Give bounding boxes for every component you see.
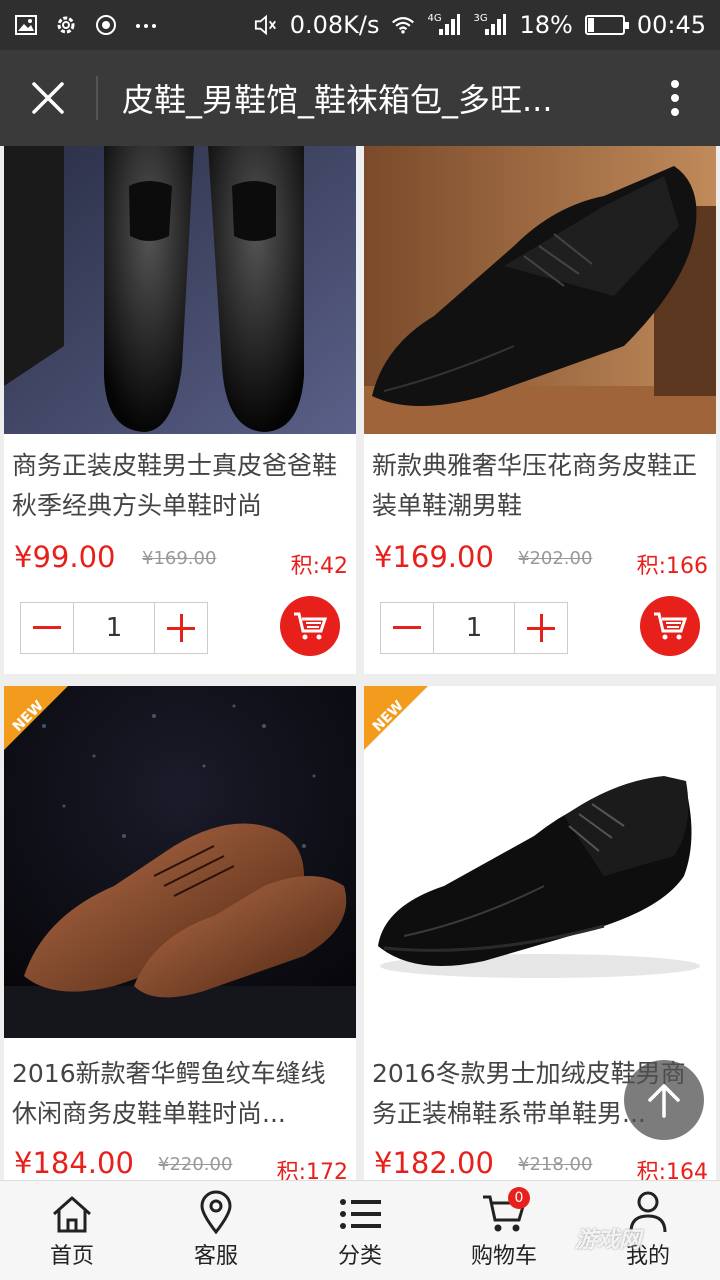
more-notifications-icon: [134, 13, 158, 37]
tab-customer-service[interactable]: 客服: [144, 1181, 288, 1280]
increase-button[interactable]: [515, 603, 567, 653]
product-card[interactable]: 新款典雅奢华压花商务皮鞋正装单鞋潮男鞋 ¥169.00 ¥202.00 积:16…: [364, 146, 716, 674]
page-title: 皮鞋_男鞋馆_鞋袜箱包_多旺...: [122, 81, 553, 119]
product-points: 积:164: [636, 1160, 708, 1180]
product-points: 积:172: [276, 1160, 348, 1180]
decrease-button[interactable]: [21, 603, 73, 653]
product-card[interactable]: NEW 2016新款奢华鳄鱼纹车缝线休闲商务皮鞋单鞋时尚... ¥184.00 …: [4, 686, 356, 1180]
watermark: 游戏网: [575, 1228, 642, 1253]
tab-label: 分类: [337, 1244, 382, 1269]
close-icon: [32, 82, 64, 114]
product-old-price: ¥218.00: [518, 1154, 593, 1175]
battery-fill: [587, 18, 595, 32]
cart-icon: [294, 612, 327, 640]
status-bar: 0.08K/s 4G 3G 18% 00:45: [0, 0, 720, 50]
cart-icon: [654, 612, 687, 640]
tab-label: 客服: [193, 1244, 238, 1269]
record-icon: [94, 13, 118, 37]
arrow-up-icon: [648, 1084, 680, 1118]
title-bar: 皮鞋_男鞋馆_鞋袜箱包_多旺...: [0, 50, 720, 146]
product-image[interactable]: [364, 146, 716, 434]
minus-icon: [33, 626, 61, 629]
product-price: ¥169.00: [374, 540, 494, 574]
black-loafers-image: [4, 146, 356, 434]
quantity-value[interactable]: 1: [73, 603, 155, 653]
add-to-cart-button[interactable]: [280, 596, 340, 656]
new-tag: NEW: [364, 686, 428, 750]
battery-icon: [584, 15, 629, 35]
product-name[interactable]: 2016新款奢华鳄鱼纹车缝线休闲商务皮鞋单鞋时尚...: [12, 1054, 350, 1134]
product-price: ¥182.00: [374, 1146, 494, 1180]
product-points: 积:166: [636, 554, 708, 579]
product-old-price: ¥169.00: [142, 548, 217, 569]
list-icon: [340, 1199, 381, 1229]
decrease-button[interactable]: [381, 603, 433, 653]
product-name[interactable]: 商务正装皮鞋男士真皮爸爸鞋秋季经典方头单鞋时尚: [12, 446, 350, 526]
home-icon: [53, 1196, 91, 1233]
back-to-top-button[interactable]: [624, 1060, 704, 1140]
cart-count-badge: 0: [508, 1187, 530, 1209]
settings-gear-icon: [54, 13, 78, 37]
quantity-value[interactable]: 1: [433, 603, 515, 653]
product-name[interactable]: 新款典雅奢华压花商务皮鞋正装单鞋潮男鞋: [372, 446, 710, 526]
network-speed: 0.08K/s: [289, 11, 380, 39]
signal-4g-icon: 4G: [427, 13, 461, 37]
quantity-stepper: 1: [380, 602, 568, 654]
add-to-cart-button[interactable]: [640, 596, 700, 656]
product-price: ¥99.00: [14, 540, 116, 574]
product-points: 积:42: [290, 554, 348, 579]
mute-icon: [254, 13, 278, 37]
new-tag: NEW: [4, 686, 68, 750]
location-pin-icon: [200, 1190, 232, 1234]
tab-label: 购物车: [470, 1244, 537, 1269]
plus-icon: [167, 614, 195, 642]
product-old-price: ¥220.00: [158, 1154, 233, 1175]
clock-time: 00:45: [636, 11, 706, 39]
quantity-stepper: 1: [20, 602, 208, 654]
tab-home[interactable]: 首页: [0, 1181, 144, 1280]
battery-percent: 18%: [519, 11, 573, 39]
tab-cart[interactable]: 购物车 0: [432, 1181, 576, 1280]
close-button[interactable]: [0, 50, 96, 146]
signal-3g-icon: 3G: [473, 13, 507, 37]
black-oxford-shoe-image: [364, 146, 716, 434]
more-menu-button[interactable]: [630, 50, 720, 146]
product-old-price: ¥202.00: [518, 548, 593, 569]
gallery-icon: [14, 13, 38, 37]
wifi-icon: [391, 13, 415, 37]
product-price: ¥184.00: [14, 1146, 134, 1180]
product-image[interactable]: [4, 146, 356, 434]
tab-label: 首页: [49, 1244, 94, 1269]
plus-icon: [527, 614, 555, 642]
more-vertical-icon: [671, 80, 679, 116]
minus-icon: [393, 626, 421, 629]
increase-button[interactable]: [155, 603, 207, 653]
tab-category[interactable]: 分类: [288, 1181, 432, 1280]
product-grid: 商务正装皮鞋男士真皮爸爸鞋秋季经典方头单鞋时尚 ¥99.00 ¥169.00 积…: [0, 146, 720, 1180]
product-card[interactable]: 商务正装皮鞋男士真皮爸爸鞋秋季经典方头单鞋时尚 ¥99.00 ¥169.00 积…: [4, 146, 356, 674]
